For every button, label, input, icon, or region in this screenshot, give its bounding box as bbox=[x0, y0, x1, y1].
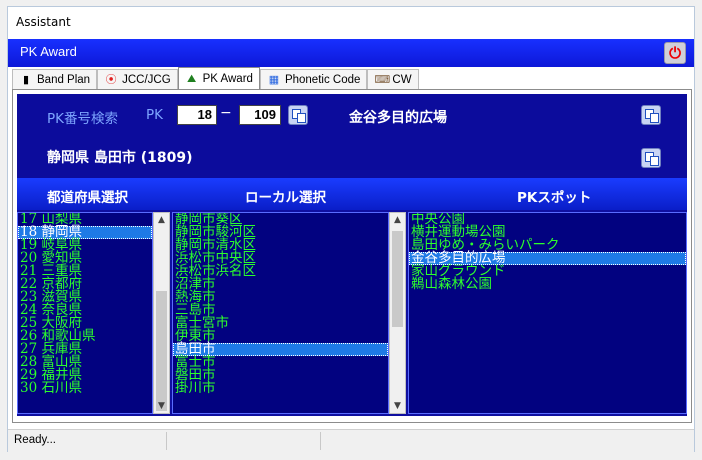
pk-spot-number-input[interactable]: 109 bbox=[239, 105, 281, 125]
tab-label: CW bbox=[392, 73, 412, 86]
power-button[interactable]: ⏻ bbox=[664, 42, 686, 64]
pk-search-row: PK番号検索 PK 18 − 109 金谷多目的広場 bbox=[17, 94, 687, 138]
scrollbar-thumb[interactable] bbox=[156, 291, 167, 411]
tab-label: Band Plan bbox=[37, 73, 91, 86]
band-plan-icon: ▮ bbox=[22, 73, 30, 86]
tab-label: PK Award bbox=[202, 72, 253, 85]
pk-spot-name: 金谷多目的広場 bbox=[349, 110, 447, 126]
scroll-up-icon[interactable]: ▲ bbox=[154, 213, 169, 227]
scroll-down-icon[interactable]: ▼ bbox=[154, 399, 169, 413]
local-column-header: ローカル選択 bbox=[245, 190, 326, 206]
prefecture-list[interactable]: 17 山梨県 18 静岡県 19 岐阜県 20 愛知県 21 三重県 22 京都府 23 滋… bbox=[17, 212, 153, 414]
cw-icon: ⌨ bbox=[374, 73, 391, 86]
status-bar: Ready... bbox=[8, 429, 694, 452]
header-title: PK Award bbox=[20, 44, 77, 59]
prefecture-column-header: 都道府県選択 bbox=[47, 190, 128, 206]
status-divider bbox=[166, 432, 167, 450]
copy-icon-back bbox=[650, 156, 659, 166]
prefecture-list-item[interactable]: 30 石川県 bbox=[18, 381, 152, 395]
pk-location: 静岡県 島田市 (1809) bbox=[47, 150, 193, 166]
local-list[interactable]: 静岡市葵区 静岡市駿河区 静岡市清水区 浜松市中央区 浜松市浜名区 沼津市 熱海市 三島市 富士… bbox=[172, 212, 389, 414]
pk-spot-list[interactable]: 中央公園 横井運動場公園 島田ゆめ・みらいパーク 金谷多目的広場 家山グラウンド 鵜山森林… bbox=[408, 212, 687, 414]
status-divider bbox=[320, 432, 321, 450]
prefecture-list-scrollbar[interactable]: ▲ ▼ bbox=[153, 212, 170, 414]
tab-phonetic-code[interactable]: ▦ Phonetic Code bbox=[259, 69, 368, 89]
scrollbar-thumb[interactable] bbox=[392, 231, 403, 327]
assistant-window: Assistant PK Award ⏻ ▮ Band Plan ⦿ JCC/J… bbox=[7, 6, 695, 452]
location-pin-icon: ⦿ bbox=[105, 73, 117, 86]
pk-search-label: PK番号検索 bbox=[47, 111, 118, 127]
tab-band-plan[interactable]: ▮ Band Plan bbox=[12, 69, 98, 89]
tab-jcc-jcg[interactable]: ⦿ JCC/JCG bbox=[97, 69, 178, 89]
power-icon: ⏻ bbox=[669, 44, 681, 62]
pk-award-panel: PK番号検索 PK 18 − 109 金谷多目的広場 静岡県 島田市 (1809… bbox=[12, 89, 692, 423]
pk-content: PK番号検索 PK 18 − 109 金谷多目的広場 静岡県 島田市 (1809… bbox=[17, 94, 687, 416]
pk-award-icon: ⛰ bbox=[187, 72, 197, 85]
window-title: Assistant bbox=[16, 15, 71, 29]
status-text: Ready... bbox=[14, 434, 56, 446]
local-list-item[interactable]: 掛川市 bbox=[173, 381, 388, 395]
scroll-up-icon[interactable]: ▲ bbox=[390, 213, 405, 227]
spot-column-header: PKスポット bbox=[517, 190, 592, 206]
column-headers: 都道府県選択 ローカル選択 PKスポット bbox=[17, 178, 687, 210]
tab-label: JCC/JCG bbox=[122, 73, 171, 86]
phonetic-code-icon: ▦ bbox=[268, 73, 280, 86]
pk-award-header: PK Award ⏻ bbox=[8, 39, 694, 67]
pk-separator: − bbox=[220, 105, 232, 121]
local-list-scrollbar[interactable]: ▲ ▼ bbox=[389, 212, 406, 414]
copy-icon-back bbox=[297, 113, 306, 123]
location-row: 静岡県 島田市 (1809) bbox=[17, 138, 687, 178]
copy-spot-name-button[interactable] bbox=[641, 105, 661, 125]
copy-icon-back bbox=[650, 113, 659, 123]
scroll-down-icon[interactable]: ▼ bbox=[390, 399, 405, 413]
pk-prefix-label: PK bbox=[146, 107, 163, 123]
pk-prefecture-number-input[interactable]: 18 bbox=[177, 105, 217, 125]
tab-pk-award[interactable]: ⛰ PK Award bbox=[177, 67, 260, 89]
copy-pk-number-button[interactable] bbox=[288, 105, 308, 125]
pk-spot-list-item[interactable]: 鵜山森林公園 bbox=[409, 277, 686, 291]
copy-location-button[interactable] bbox=[641, 148, 661, 168]
tab-cw[interactable]: ⌨ CW bbox=[367, 69, 419, 89]
title-bar: Assistant bbox=[8, 7, 694, 39]
tab-label: Phonetic Code bbox=[284, 73, 361, 86]
tab-bar: ▮ Band Plan ⦿ JCC/JCG ⛰ PK Award ▦ Phone… bbox=[12, 67, 419, 89]
